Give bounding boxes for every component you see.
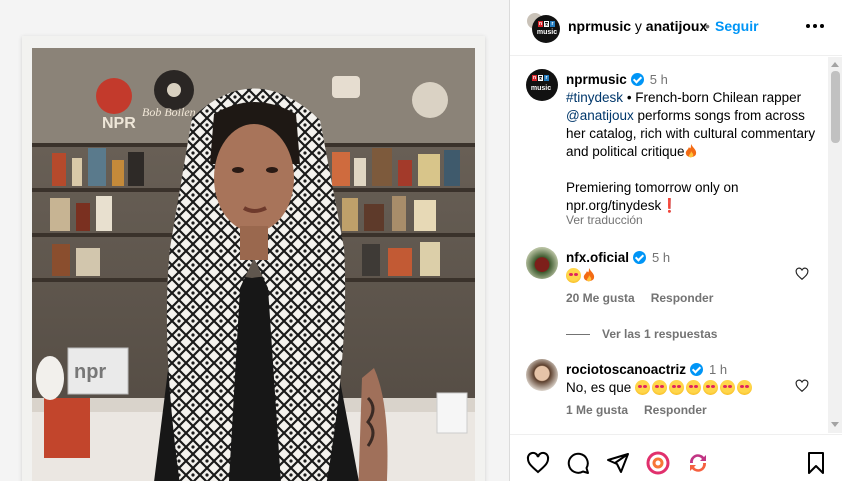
- heart-eyes-emoji-icon: [720, 380, 736, 395]
- save-bookmark-icon[interactable]: [804, 451, 828, 475]
- npr-sign-text: npr: [74, 361, 106, 383]
- heart-eyes-emoji-icon: [635, 380, 651, 395]
- comment-time[interactable]: 1 h: [709, 362, 727, 377]
- comment-text: No, es que: [566, 380, 632, 395]
- author-avatar[interactable]: n p r music: [532, 15, 560, 43]
- collaborator-username[interactable]: anatijoux: [646, 18, 707, 34]
- caption-avatar[interactable]: n p r music: [526, 69, 558, 101]
- post-caption: nprmusic 5 h #tinydesk • French-born Chil…: [566, 71, 818, 215]
- exclamation-emoji-icon: ❗: [661, 198, 679, 213]
- post-sidebar: n p r music nprmusic y anatijoux • Segui…: [509, 0, 842, 481]
- header-separator: •: [705, 18, 710, 34]
- comments-scroll-area[interactable]: n p r music nprmusic 5 h #tinydesk • Fren…: [510, 57, 842, 433]
- heart-eyes-emoji-icon: [669, 380, 685, 395]
- caption-time[interactable]: 5 h: [650, 72, 668, 87]
- share-send-icon[interactable]: [606, 451, 630, 475]
- post-media-panel: NPR Bob Boilen npr: [0, 0, 509, 481]
- template-sync-icon[interactable]: [686, 451, 710, 475]
- verified-badge-icon: [633, 251, 647, 264]
- tiny-desk-photo: NPR Bob Boilen npr: [32, 48, 475, 481]
- more-options-icon[interactable]: [806, 24, 824, 28]
- heart-eyes-emoji-icon: [686, 380, 702, 395]
- comment-meta: 1 Me gusta Responder: [566, 403, 707, 417]
- scrollbar-thumb[interactable]: [831, 71, 840, 143]
- comment-reply-button[interactable]: Responder: [651, 291, 714, 305]
- verified-badge-icon: [630, 73, 644, 86]
- svg-text:NPR: NPR: [102, 115, 136, 132]
- comment-username[interactable]: nfx.oficial: [566, 250, 629, 265]
- fire-emoji-icon: [685, 144, 696, 158]
- post-actions-bar: [510, 434, 842, 481]
- post-header: n p r music nprmusic y anatijoux • Segui…: [510, 0, 842, 56]
- comment-body: rociotoscanoactriz 1 h No, es que: [566, 361, 786, 397]
- comment-likes[interactable]: 1 Me gusta: [566, 403, 628, 417]
- verified-badge-icon: [690, 363, 704, 376]
- comment-bubble-icon[interactable]: [566, 451, 590, 475]
- view-replies-link[interactable]: Ver las 1 respuestas: [566, 327, 717, 341]
- comment-body: nfx.oficial 5 h: [566, 249, 786, 285]
- npr-logo-sub: music: [536, 29, 558, 36]
- heart-eyes-emoji-icon: [703, 380, 719, 395]
- heart-eyes-emoji-icon: [737, 380, 753, 395]
- like-heart-icon[interactable]: [526, 451, 550, 475]
- caption-text-1: • French-born Chilean rapper: [626, 90, 802, 105]
- author-connector: y: [634, 18, 642, 34]
- post-authors: nprmusic y anatijoux: [568, 18, 707, 34]
- comment-avatar[interactable]: [526, 247, 558, 279]
- comments-scrollbar[interactable]: [828, 57, 842, 433]
- comment-meta: 20 Me gusta Responder: [566, 291, 713, 305]
- wall-text: Bob Boilen: [142, 105, 196, 119]
- replies-divider: [566, 333, 590, 335]
- heart-eyes-emoji-icon: [566, 268, 581, 283]
- comment-like-heart-icon[interactable]: [795, 267, 809, 281]
- scroll-down-icon[interactable]: [831, 422, 839, 427]
- npr-logo-icon: n p r: [532, 75, 549, 82]
- author-username[interactable]: nprmusic: [568, 18, 631, 34]
- scroll-up-icon[interactable]: [831, 62, 839, 67]
- heart-eyes-emoji-icon: [652, 380, 668, 395]
- comment-avatar[interactable]: [526, 359, 558, 391]
- see-translation-link[interactable]: Ver traducción: [566, 213, 643, 227]
- follow-button[interactable]: Seguir: [715, 18, 759, 34]
- npr-logo-icon: n p r: [538, 21, 555, 28]
- fire-emoji-icon: [583, 268, 595, 282]
- comment-reply-button[interactable]: Responder: [644, 403, 707, 417]
- caption-username[interactable]: nprmusic: [566, 72, 627, 87]
- caption-premiere: Premiering tomorrow only on npr.org/tiny…: [566, 180, 739, 213]
- comment-username[interactable]: rociotoscanoactriz: [566, 362, 686, 377]
- caption-hashtag[interactable]: #tinydesk: [566, 90, 623, 105]
- remix-icon[interactable]: [646, 451, 670, 475]
- npr-logo-sub: music: [530, 85, 552, 92]
- comment-time[interactable]: 5 h: [652, 250, 670, 265]
- caption-mention[interactable]: @anatijoux: [566, 108, 634, 123]
- view-replies-label[interactable]: Ver las 1 respuestas: [602, 327, 717, 341]
- comment-likes[interactable]: 20 Me gusta: [566, 291, 635, 305]
- polaroid-frame: NPR Bob Boilen npr: [22, 36, 485, 481]
- post-photo[interactable]: NPR Bob Boilen npr: [32, 48, 475, 481]
- comment-like-heart-icon[interactable]: [795, 379, 809, 393]
